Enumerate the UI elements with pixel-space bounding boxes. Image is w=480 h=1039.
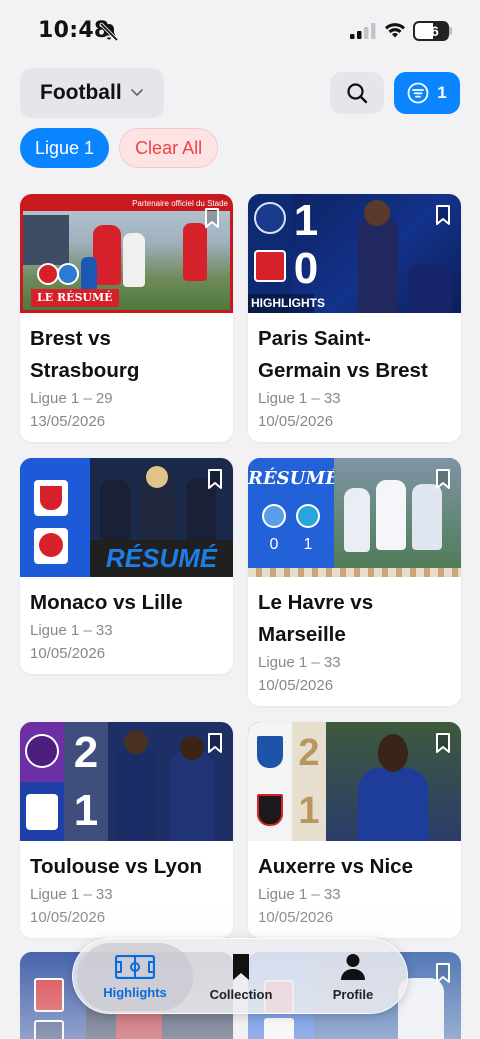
bookmark-icon[interactable] — [435, 732, 451, 754]
sport-selector[interactable]: Football — [20, 68, 164, 118]
match-thumbnail: 2 1 — [248, 722, 461, 841]
person-icon — [341, 953, 365, 980]
tab-profile[interactable]: Profile — [297, 939, 409, 1015]
bookmark-icon[interactable] — [435, 204, 451, 226]
tab-label: Profile — [332, 986, 374, 1002]
match-title: Paris Saint-Germain vs Brest — [258, 327, 428, 382]
bookmark-icon — [233, 953, 249, 980]
bottom-tab-bar: Highlights Collection Profile — [72, 938, 408, 1014]
tab-label: Highlights — [103, 984, 167, 1000]
tab-highlights[interactable]: Highlights — [77, 943, 193, 1011]
match-date: 10/05/2026 — [30, 909, 106, 926]
match-card[interactable]: RÉSUMÉ Monaco vs Lille Ligue 1 – 33 10/0… — [20, 458, 233, 674]
match-competition: Ligue 1 – 33 — [258, 390, 341, 407]
match-date: 10/05/2026 — [258, 677, 334, 694]
pitch-icon — [115, 954, 155, 979]
match-card[interactable]: 2 1 Toulouse vs Lyon Ligue 1 – 33 10/05/… — [20, 722, 233, 938]
match-thumbnail: 2 1 — [20, 722, 233, 841]
match-thumbnail: Partenaire officiel du Stade LE RÉSUMÉ — [20, 194, 233, 313]
bookmark-icon[interactable] — [207, 732, 223, 754]
match-title: Toulouse vs Lyon — [30, 855, 202, 878]
search-button[interactable] — [330, 72, 384, 114]
bookmark-icon[interactable] — [207, 468, 223, 490]
match-competition: Ligue 1 – 33 — [30, 622, 113, 639]
match-title: Auxerre vs Nice — [258, 855, 413, 878]
match-date: 10/05/2026 — [258, 909, 334, 926]
filter-count-badge: 1 — [437, 83, 447, 102]
chip-ligue-1[interactable]: Ligue 1 — [20, 128, 110, 168]
match-date: 13/05/2026 — [30, 413, 106, 430]
chevron-down-icon — [131, 89, 143, 96]
match-competition: Ligue 1 – 29 — [30, 390, 113, 407]
match-thumbnail: RÉSUMÉ 0 1 — [248, 458, 461, 577]
match-thumbnail: 1 0 HIGHLIGHTS — [248, 194, 461, 313]
match-competition: Ligue 1 – 33 — [258, 886, 341, 903]
top-bar: Football 1 — [20, 68, 460, 118]
filter-icon — [407, 82, 429, 104]
battery-level: 56 — [423, 23, 439, 39]
clear-all-button[interactable]: Clear All — [119, 128, 219, 168]
match-competition: Ligue 1 – 33 — [258, 654, 341, 671]
status-bar: 10:48 56 — [0, 0, 480, 60]
tab-collection[interactable]: Collection — [185, 939, 297, 1015]
battery-icon: 56 — [413, 21, 449, 41]
match-thumbnail: RÉSUMÉ — [20, 458, 233, 577]
bookmark-icon[interactable] — [435, 962, 451, 984]
match-title: Brest vs Strasbourg — [30, 327, 140, 382]
scroll-fade-top — [0, 172, 480, 194]
match-date: 10/05/2026 — [30, 645, 106, 662]
filter-chips: Ligue 1 Clear All — [20, 128, 219, 168]
sport-selector-label: Football — [40, 81, 122, 104]
match-card[interactable]: 2 1 Auxerre vs Nice Ligue 1 – 33 10/05/2… — [248, 722, 461, 938]
match-card[interactable]: Partenaire officiel du Stade LE RÉSUMÉ B… — [20, 194, 233, 442]
search-icon — [347, 83, 368, 104]
match-date: 10/05/2026 — [258, 413, 334, 430]
bookmark-icon[interactable] — [204, 207, 220, 229]
tab-label: Collection — [209, 986, 273, 1002]
match-title: Monaco vs Lille — [30, 591, 183, 614]
filter-button[interactable]: 1 — [394, 72, 460, 114]
match-card[interactable]: RÉSUMÉ 0 1 Le Havre vs Marseille Ligue 1… — [248, 458, 461, 706]
bell-off-icon — [99, 22, 119, 42]
match-competition: Ligue 1 – 33 — [30, 886, 113, 903]
match-card[interactable]: 1 0 HIGHLIGHTS Paris Saint-Germain vs Br… — [248, 194, 461, 442]
bookmark-icon[interactable] — [435, 468, 451, 490]
match-title: Le Havre vs Marseille — [258, 591, 374, 646]
wifi-icon — [385, 23, 405, 38]
cellular-signal-icon — [350, 23, 376, 39]
